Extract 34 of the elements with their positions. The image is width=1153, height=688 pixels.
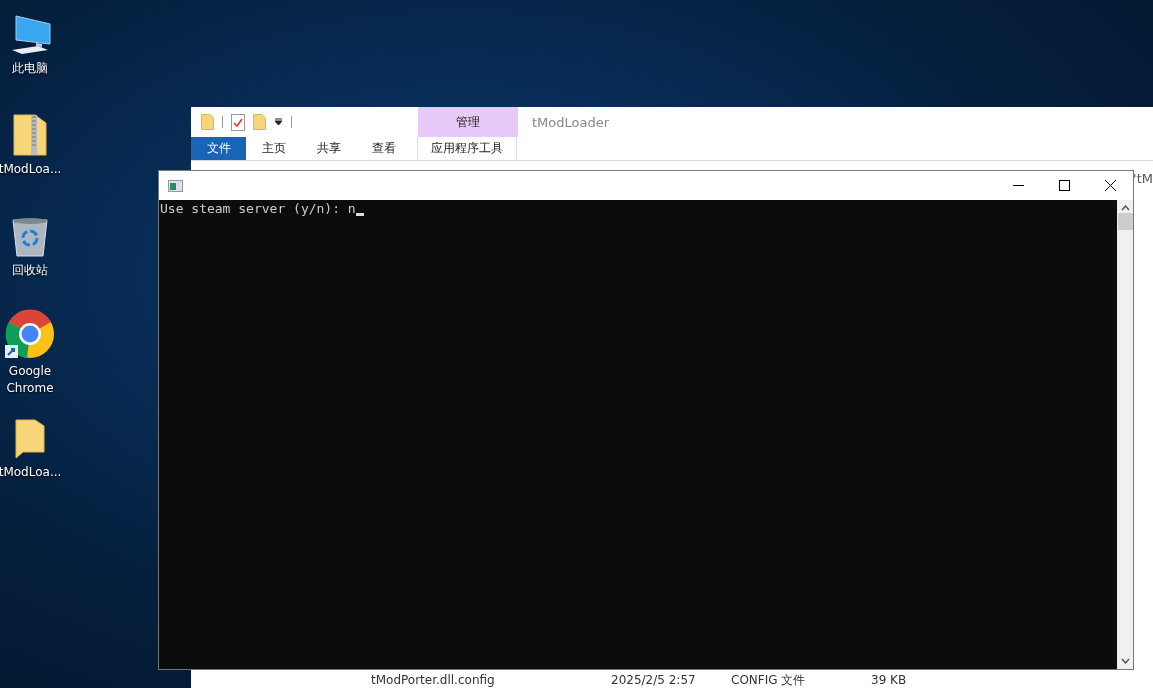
file-name[interactable]: tModPorter.dll.config <box>371 673 611 687</box>
desktop-icon-label[interactable]: 回收站 <box>12 262 48 279</box>
desktop-icon-label[interactable]: 此电脑 <box>12 60 48 77</box>
ribbon-tab[interactable]: 主页 <box>246 137 301 160</box>
ribbon-tab[interactable]: 查看 <box>356 137 411 160</box>
terminal-area[interactable]: Use steam server (y/n): n <box>159 200 1117 669</box>
properties-icon[interactable] <box>231 113 245 131</box>
window-title: tModLoader <box>532 114 610 130</box>
folder-icon <box>15 418 45 460</box>
console-text: Use steam server (y/n): n <box>160 200 356 218</box>
scroll-up-icon[interactable] <box>1120 205 1130 211</box>
folder-icon[interactable] <box>201 114 214 130</box>
scrollbar[interactable] <box>1117 200 1133 669</box>
zip-folder-icon <box>13 113 47 157</box>
file-type: CONFIG 文件 <box>731 673 807 687</box>
desktop-icon-label[interactable]: Google Chrome <box>2 363 58 397</box>
scroll-down-icon[interactable] <box>1120 658 1130 664</box>
console-app-icon <box>168 179 183 192</box>
recycle-bin-icon <box>11 216 49 258</box>
context-tab-header: 管理 <box>418 107 518 137</box>
ribbon-tab[interactable]: 文件 <box>191 137 246 160</box>
minimize-icon <box>1012 185 1024 186</box>
file-size: 39 KB <box>871 673 907 687</box>
text-cursor <box>355 213 364 216</box>
chrome-icon <box>5 309 55 359</box>
address-text: 'tM <box>1133 171 1153 186</box>
scroll-thumb[interactable] <box>1117 213 1133 230</box>
dropdown-icon[interactable] <box>274 118 283 126</box>
ribbon-tab[interactable]: 共享 <box>301 137 356 160</box>
file-date: 2025/2/5 2:57 <box>611 673 697 687</box>
close-icon <box>1104 180 1116 191</box>
ribbon-tab[interactable]: 应用程序工具 <box>417 137 517 160</box>
new-folder-icon[interactable] <box>253 114 266 130</box>
maximize-icon <box>1058 180 1070 191</box>
